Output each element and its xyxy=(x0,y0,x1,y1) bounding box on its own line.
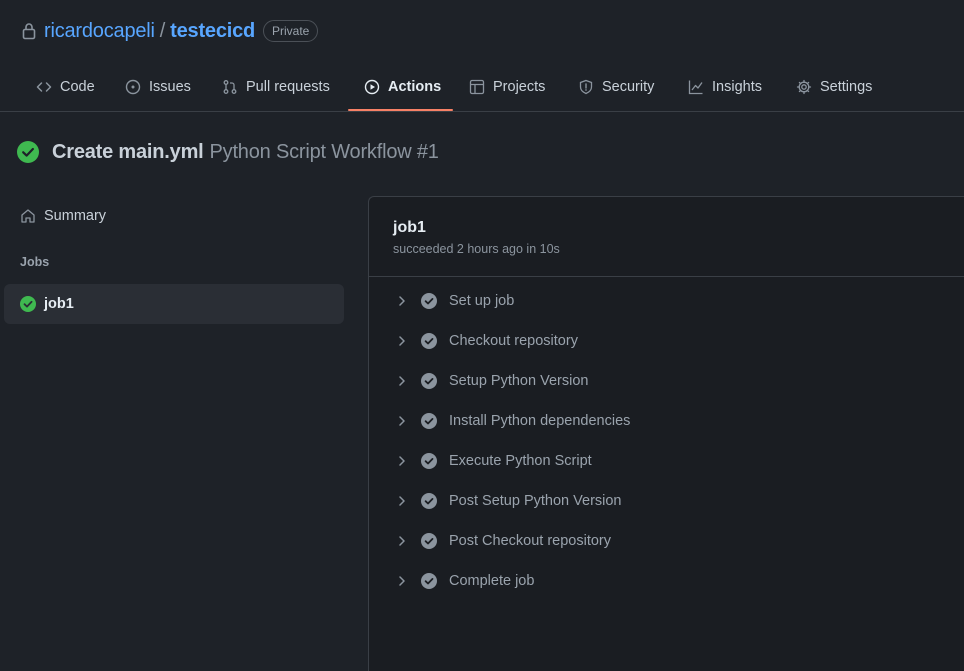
table-icon xyxy=(469,79,485,95)
chevron-right-icon[interactable] xyxy=(397,296,407,306)
check-circle-icon xyxy=(421,333,437,349)
tab-label: Projects xyxy=(493,79,546,95)
step-label: Post Checkout repository xyxy=(449,533,611,549)
step-label: Checkout repository xyxy=(449,333,578,349)
play-icon xyxy=(364,79,380,95)
chevron-right-icon[interactable] xyxy=(397,376,407,386)
step-row[interactable]: Execute Python Script xyxy=(369,444,964,478)
check-circle-icon xyxy=(421,533,437,549)
tab-label: Security xyxy=(602,79,655,95)
tab-label: Issues xyxy=(149,79,191,95)
step-label: Set up job xyxy=(449,293,515,309)
shield-icon xyxy=(579,79,593,95)
tab-label: Pull requests xyxy=(246,79,330,95)
tab-projects[interactable]: Projects xyxy=(469,62,545,112)
step-row[interactable]: Post Setup Python Version xyxy=(369,484,964,518)
code-icon xyxy=(36,82,52,92)
job-name: job1 xyxy=(393,219,426,236)
check-circle-icon xyxy=(421,493,437,509)
step-row[interactable]: Setup Python Version xyxy=(369,364,964,398)
sidebar-item-summary[interactable]: Summary xyxy=(20,206,106,226)
tab-label: Insights xyxy=(712,79,762,95)
tab-code[interactable]: Code xyxy=(36,62,95,112)
job-status: succeeded 2 hours ago in 10s xyxy=(393,242,560,256)
tab-security[interactable]: Security xyxy=(578,62,654,112)
chevron-right-icon[interactable] xyxy=(397,496,407,506)
check-circle-icon xyxy=(17,141,39,163)
sidebar-item-job1[interactable]: job1 xyxy=(4,284,344,324)
step-label: Post Setup Python Version xyxy=(449,493,622,509)
step-row[interactable]: Set up job xyxy=(369,284,964,318)
step-label: Install Python dependencies xyxy=(449,413,631,429)
commit-message: Create main.yml xyxy=(52,140,204,163)
check-circle-icon xyxy=(421,413,437,429)
tab-issues[interactable]: Issues xyxy=(125,62,191,112)
tab-settings[interactable]: Settings xyxy=(796,62,872,112)
check-circle-icon xyxy=(421,573,437,589)
tab-label: Code xyxy=(60,79,95,95)
job-panel: job1 succeeded 2 hours ago in 10s Set up… xyxy=(368,196,964,671)
gear-icon xyxy=(796,79,812,95)
step-label: Setup Python Version xyxy=(449,373,589,389)
repo-name-link[interactable]: testecicd xyxy=(170,19,255,43)
step-label: Execute Python Script xyxy=(449,453,592,469)
pull-request-icon xyxy=(223,80,237,94)
issue-icon xyxy=(125,79,141,95)
check-circle-icon xyxy=(421,293,437,309)
job-header: job1 succeeded 2 hours ago in 10s xyxy=(369,197,964,277)
repo-header: ricardocapeli / testecicd Private xyxy=(0,0,964,62)
chevron-right-icon[interactable] xyxy=(397,456,407,466)
step-row[interactable]: Checkout repository xyxy=(369,324,964,358)
visibility-badge: Private xyxy=(263,20,319,42)
chevron-right-icon[interactable] xyxy=(397,336,407,346)
step-row[interactable]: Install Python dependencies xyxy=(369,404,964,438)
active-tab-underline xyxy=(348,109,453,111)
step-row[interactable]: Complete job xyxy=(369,564,964,598)
step-row[interactable]: Post Checkout repository xyxy=(369,524,964,558)
repo-owner-link[interactable]: ricardocapeli xyxy=(44,19,155,43)
home-icon xyxy=(21,209,35,223)
check-circle-icon xyxy=(421,373,437,389)
repo-separator: / xyxy=(159,20,166,42)
jobs-heading: Jobs xyxy=(20,255,50,269)
chevron-right-icon[interactable] xyxy=(397,416,407,426)
chevron-right-icon[interactable] xyxy=(397,576,407,586)
graph-icon xyxy=(688,80,703,95)
tab-insights[interactable]: Insights xyxy=(688,62,762,112)
repo-title: ricardocapeli / testecicd xyxy=(44,19,255,43)
tab-label: Settings xyxy=(820,79,873,95)
tab-label: Actions xyxy=(388,79,442,95)
sidebar-item-label: Summary xyxy=(44,208,107,224)
sidebar-item-label: job1 xyxy=(44,296,74,312)
workflow-name: Python Script Workflow #1 xyxy=(209,140,439,163)
tab-pull-requests[interactable]: Pull requests xyxy=(222,62,330,112)
run-title: Create main.yml Python Script Workflow #… xyxy=(17,140,439,164)
chevron-right-icon[interactable] xyxy=(397,536,407,546)
lock-icon xyxy=(22,23,36,40)
repo-nav-tabs: Code Issues Pull requests Actions Projec… xyxy=(0,62,964,112)
check-circle-icon xyxy=(20,296,36,312)
tab-actions[interactable]: Actions xyxy=(364,62,441,112)
check-circle-icon xyxy=(421,453,437,469)
step-label: Complete job xyxy=(449,573,535,589)
